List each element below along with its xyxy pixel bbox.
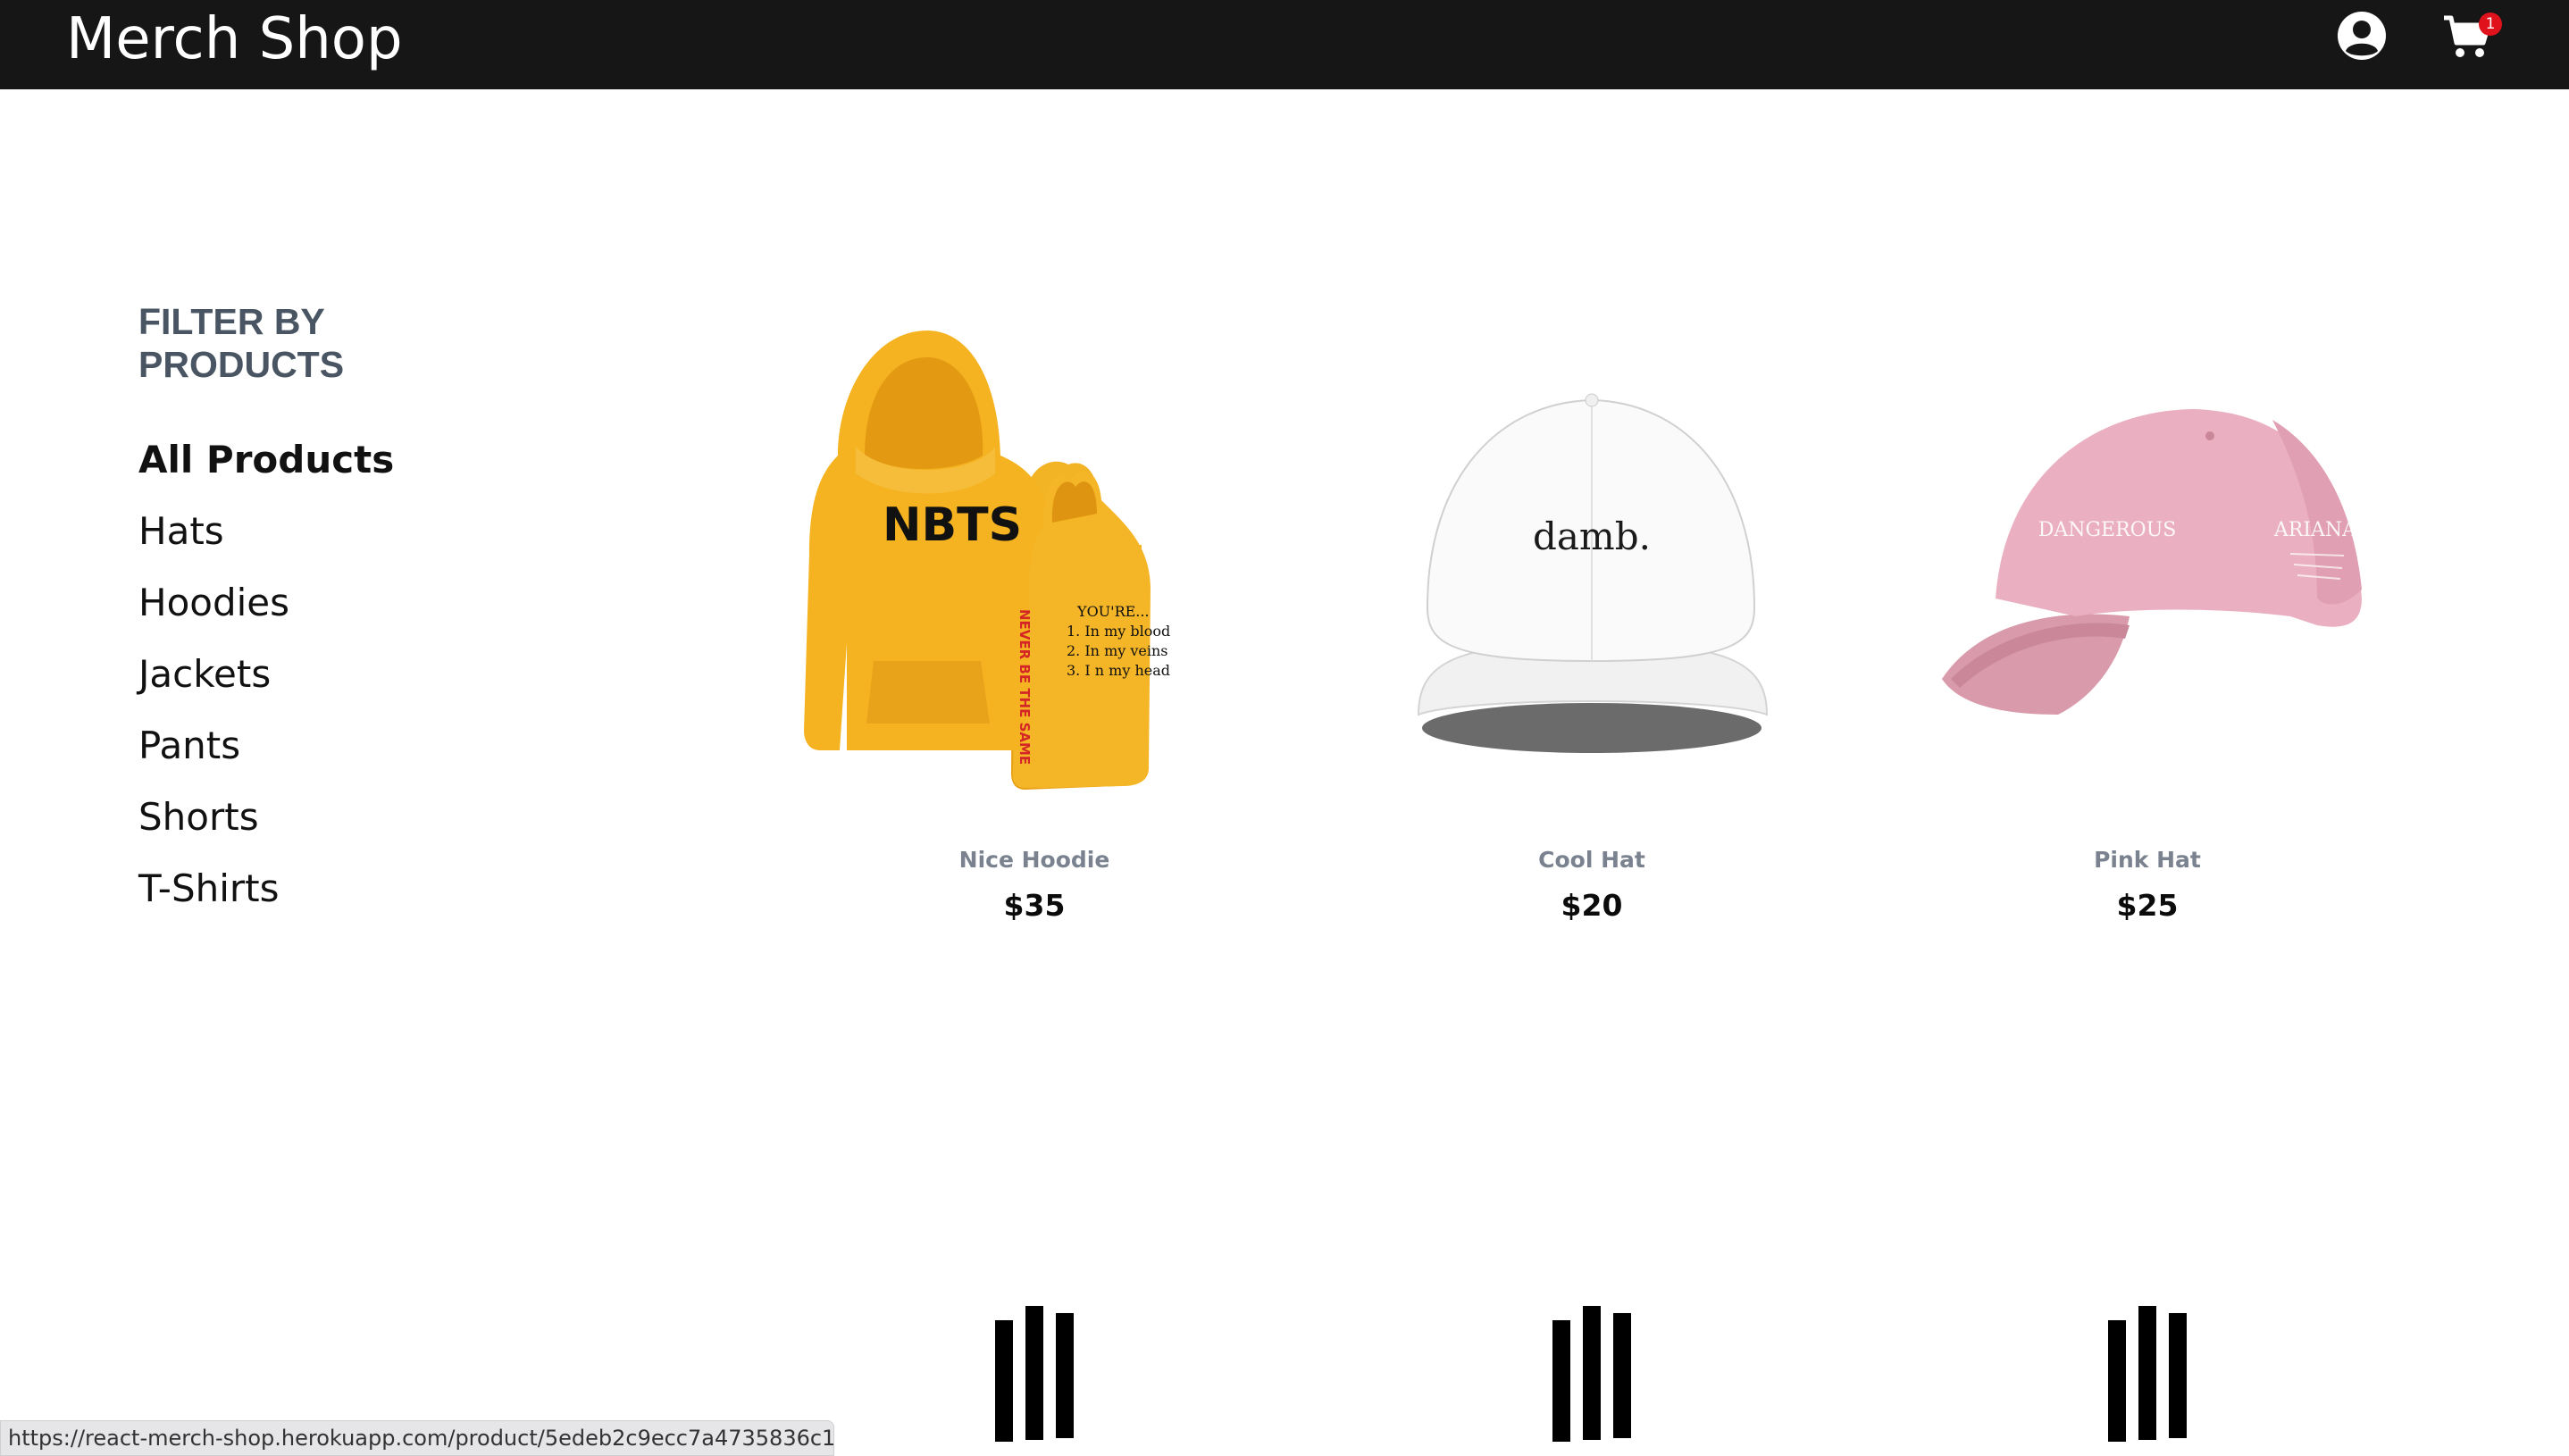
product-card[interactable]: DANGEROUS ARIANA Pink Hat $25 [1897, 0, 2397, 929]
product-image-pink-hat[interactable]: DANGEROUS ARIANA [1897, 322, 2397, 804]
hoodie-back-title: YOU'RE... [1076, 603, 1150, 620]
pink-hat-side-text: ARIANA [2273, 519, 2357, 541]
filter-hoodies[interactable]: Hoodies [138, 581, 394, 652]
product-name[interactable]: Pink Hat [1897, 847, 2397, 873]
filter-shorts[interactable]: Shorts [138, 795, 394, 866]
hoodie-back-line-1: 1. In my blood [1067, 623, 1170, 640]
product-price: $35 [1003, 888, 1066, 923]
hoodie-back-line-2: 2. In my veins [1067, 642, 1168, 659]
cart-count-badge: 1 [2479, 13, 2502, 36]
bars-loading-icon [995, 1306, 1074, 1442]
product-name[interactable]: Cool Hat [1342, 847, 1842, 873]
product-card[interactable]: damb. Cool Hat $20 [1342, 0, 1842, 929]
bars-loading-icon [2108, 1306, 2187, 1442]
brand-logo[interactable]: Merch Shop [66, 4, 403, 75]
product-price: $20 [1561, 888, 1623, 923]
product-image-cool-hat[interactable]: damb. [1342, 322, 1842, 804]
product-price: $25 [2116, 888, 2179, 923]
filter-hats[interactable]: Hats [138, 509, 394, 581]
filter-list: All Products Hats Hoodies Jackets Pants … [138, 438, 394, 938]
status-bar-url: https://react-merch-shop.herokuapp.com/p… [0, 1420, 834, 1456]
bars-loading-icon [1552, 1306, 1631, 1442]
filter-heading: FILTER BY PRODUCTS [138, 301, 345, 385]
filter-t-shirts[interactable]: T-Shirts [138, 866, 394, 938]
filter-jackets[interactable]: Jackets [138, 652, 394, 724]
filter-all-products[interactable]: All Products [138, 438, 394, 509]
cool-hat-text: damb. [1533, 515, 1651, 558]
hoodie-sleeve-text: NEVER BE THE SAME [1017, 609, 1033, 765]
product-image-hoodie[interactable]: NBTS YOU'RE... 1. In my blood 2. In my v… [784, 322, 1284, 804]
product-name[interactable]: Nice Hoodie [784, 847, 1284, 873]
pink-hat-front-text: DANGEROUS [2038, 519, 2177, 541]
hoodie-back-line-3: 3. I n my head [1067, 662, 1170, 679]
product-card[interactable]: NBTS YOU'RE... 1. In my blood 2. In my v… [784, 0, 1284, 929]
filter-pants[interactable]: Pants [138, 724, 394, 795]
hoodie-front-text: NBTS [883, 498, 1022, 552]
